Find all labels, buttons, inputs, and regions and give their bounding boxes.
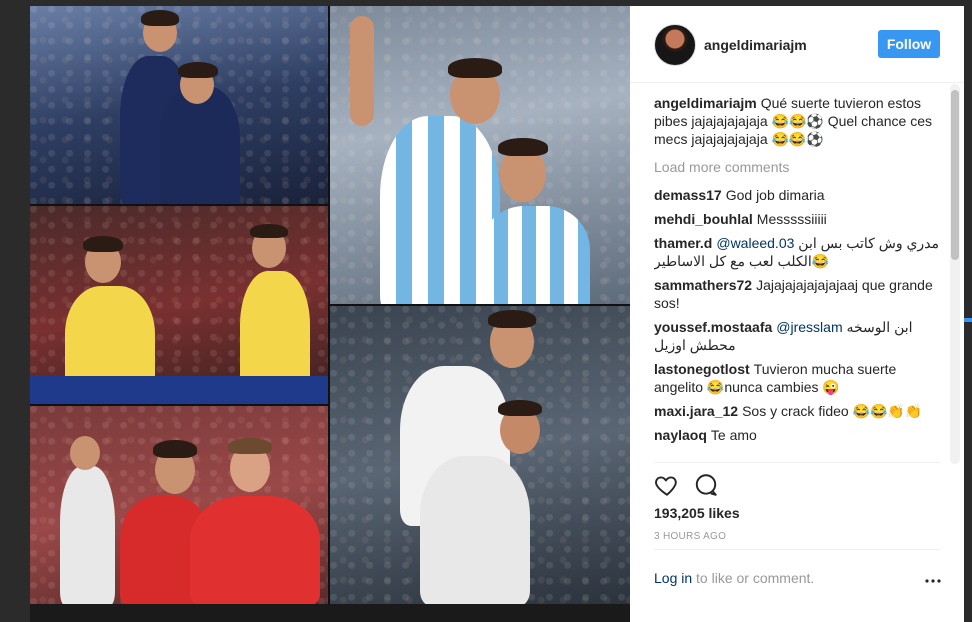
comment-text: God job dimaria: [725, 187, 825, 203]
comment-item: maxi.jara_12 Sos y crack fideo 😂😂👏👏: [654, 402, 940, 420]
likes-count[interactable]: 193,205 likes: [654, 505, 740, 521]
load-more-comments-link[interactable]: Load more comments: [654, 158, 940, 176]
login-link[interactable]: Log in: [654, 570, 692, 586]
photo-psg-hug: [30, 6, 328, 204]
comment-author[interactable]: lastonegotlost: [654, 361, 750, 377]
comment-author[interactable]: naylaoq: [654, 427, 707, 443]
comment-item: demass17 God job dimaria: [654, 186, 940, 204]
comment-text: Sos y crack fideo 😂😂👏👏: [742, 403, 923, 419]
header-username[interactable]: angeldimariajm: [704, 37, 807, 53]
comment-item: lastonegotlost Tuvieron mucha suerte ange…: [654, 360, 940, 396]
comment-item: mehdi_bouhlal Messsssiiiii: [654, 210, 940, 228]
heart-icon[interactable]: [654, 472, 680, 498]
post-timestamp: 3 HOURS AGO: [654, 531, 727, 542]
login-prompt-text: to like or comment.: [696, 570, 815, 586]
comment-author[interactable]: thamer.d: [654, 235, 712, 251]
comment-item: thamer.d @waleed.03 مدري وش كاتب بس ابن ا…: [654, 234, 940, 270]
post-photo-collage[interactable]: [30, 6, 630, 604]
accent-sliver: [964, 318, 972, 322]
comment-author[interactable]: demass17: [654, 187, 722, 203]
avatar[interactable]: [654, 24, 696, 66]
comment-author[interactable]: maxi.jara_12: [654, 403, 738, 419]
photo-argentina-celebration: [330, 6, 630, 304]
ellipsis-icon[interactable]: [924, 573, 942, 583]
comment-author[interactable]: youssef.mostaafa: [654, 319, 772, 335]
comment-mention[interactable]: @jresslam: [776, 319, 842, 335]
post-side-panel: angeldimariajm Follow angeldimariajm Qué …: [630, 6, 964, 622]
login-prompt: Log in to like or comment.: [654, 570, 814, 586]
comment-author[interactable]: sammathers72: [654, 277, 752, 293]
comment-author[interactable]: mehdi_bouhlal: [654, 211, 753, 227]
follow-button[interactable]: Follow: [878, 30, 940, 58]
comment-text: Messsssiiiii: [756, 211, 827, 227]
caption: angeldimariajm Qué suerte tuvieron estos …: [654, 94, 940, 148]
comment-mention[interactable]: @waleed.03: [716, 235, 794, 251]
comment-item: youssef.mostaafa @jresslam ابن الوسخه محط…: [654, 318, 940, 354]
comment-item: sammathers72 Jajajajajajajajaaj que grand…: [654, 276, 940, 312]
divider: [654, 549, 940, 550]
divider: [654, 462, 940, 463]
comment-item: naylaoq Te amo: [654, 426, 940, 444]
photo-psg-yellow: [30, 206, 328, 404]
caption-author[interactable]: angeldimariajm: [654, 95, 757, 111]
photo-man-utd: [30, 406, 328, 604]
post-header: angeldimariajm Follow: [630, 6, 964, 83]
photo-real-madrid: [330, 306, 630, 604]
background-strip: [30, 604, 630, 622]
comments-scrollbar[interactable]: [950, 84, 960, 464]
comments-list[interactable]: angeldimariajm Qué suerte tuvieron estos …: [654, 94, 940, 460]
scrollbar-thumb[interactable]: [951, 90, 959, 260]
comment-bubble-icon[interactable]: [693, 472, 719, 498]
comment-text: Te amo: [710, 427, 757, 443]
